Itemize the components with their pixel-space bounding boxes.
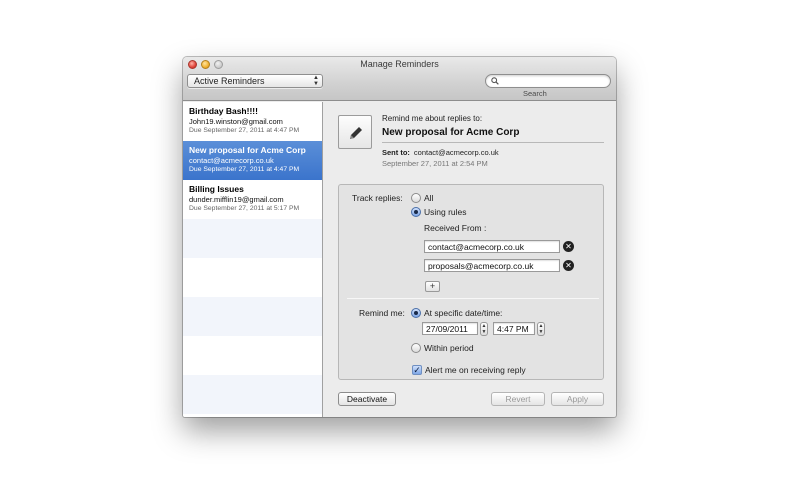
reminder-item-selected[interactable]: New proposal for Acme Corp contact@acmec… — [183, 141, 322, 180]
reminder-item[interactable]: Birthday Bash!!!! John19.winston@gmail.c… — [183, 102, 322, 141]
specific-datetime-radio[interactable] — [411, 308, 421, 318]
within-period-label: Within period — [424, 343, 474, 353]
reminder-email: John19.winston@gmail.com — [189, 117, 283, 126]
revert-button[interactable]: Revert — [491, 392, 545, 406]
remind-about-label: Remind me about replies to: — [382, 114, 483, 123]
settings-group-box: Track replies: All Using rules Received … — [338, 184, 604, 380]
sender-address-field[interactable]: proposals@acmecorp.co.uk — [424, 259, 560, 272]
edit-reminder-button[interactable] — [338, 115, 372, 149]
section-divider — [347, 298, 599, 299]
track-using-rules-label: Using rules — [424, 207, 467, 217]
manage-reminders-window: Manage Reminders Active Reminders ▲ ▼ Sea… — [183, 57, 616, 417]
reminder-due: Due September 27, 2011 at 5:17 PM — [189, 205, 300, 212]
sent-to-line: Sent to: contact@acmecorp.co.uk — [382, 148, 499, 157]
reminder-title: New proposal for Acme Corp — [189, 145, 306, 155]
specific-datetime-label: At specific date/time: — [424, 308, 503, 318]
reminder-detail-pane: Remind me about replies to: New proposal… — [324, 102, 616, 417]
title-bar: Manage Reminders Active Reminders ▲ ▼ Sea… — [183, 57, 616, 101]
search-caption: Search — [523, 89, 547, 98]
remind-me-label: Remind me: — [359, 308, 405, 318]
sent-to-label: Sent to: — [382, 148, 410, 157]
header-divider — [382, 142, 604, 143]
reminder-date-field[interactable]: 27/09/2011 — [422, 322, 478, 335]
reminder-subject: New proposal for Acme Corp — [382, 127, 520, 138]
reminder-filter-popup[interactable]: Active Reminders ▲ ▼ — [187, 74, 323, 88]
sent-to-value: contact@acmecorp.co.uk — [413, 148, 499, 157]
add-sender-button[interactable]: + — [425, 281, 440, 292]
remove-sender-icon[interactable]: ✕ — [563, 241, 574, 252]
empty-list-row — [183, 375, 322, 414]
alert-on-reply-checkbox[interactable]: ✓ — [412, 365, 422, 375]
reminder-title: Birthday Bash!!!! — [189, 106, 258, 116]
reminder-email: dunder.mifflin19@gmail.com — [189, 195, 284, 204]
search-field[interactable] — [485, 74, 611, 88]
deactivate-button[interactable]: Deactivate — [338, 392, 396, 406]
sent-date: September 27, 2011 at 2:54 PM — [382, 159, 488, 168]
search-icon — [491, 77, 499, 85]
empty-list-row — [183, 297, 322, 336]
reminder-email: contact@acmecorp.co.uk — [189, 156, 274, 165]
reminder-title: Billing Issues — [189, 184, 244, 194]
reminder-due: Due September 27, 2011 at 4:47 PM — [189, 127, 300, 134]
track-replies-label: Track replies: — [352, 193, 403, 203]
remove-sender-icon[interactable]: ✕ — [563, 260, 574, 271]
sender-address-field[interactable]: contact@acmecorp.co.uk — [424, 240, 560, 253]
reminder-time-field[interactable]: 4:47 PM — [493, 322, 535, 335]
window-title: Manage Reminders — [360, 59, 439, 69]
reminder-item[interactable]: Billing Issues dunder.mifflin19@gmail.co… — [183, 180, 322, 219]
pencil-icon — [350, 127, 362, 139]
within-period-radio[interactable] — [411, 343, 421, 353]
apply-button[interactable]: Apply — [551, 392, 604, 406]
track-all-label: All — [424, 193, 434, 203]
time-stepper[interactable]: ▲ ▼ — [537, 322, 545, 336]
alert-on-reply-label: Alert me on receiving reply — [425, 365, 526, 375]
received-from-label: Received From : — [424, 223, 487, 233]
track-using-rules-radio[interactable] — [411, 207, 421, 217]
empty-list-row — [183, 219, 322, 258]
reminder-filter-label: Active Reminders — [194, 76, 265, 86]
date-stepper[interactable]: ▲ ▼ — [480, 322, 488, 336]
popup-arrows-icon: ▲ ▼ — [313, 75, 319, 87]
track-all-radio[interactable] — [411, 193, 421, 203]
reminder-list[interactable]: Birthday Bash!!!! John19.winston@gmail.c… — [183, 102, 323, 417]
reminder-due: Due September 27, 2011 at 4:47 PM — [189, 166, 300, 173]
